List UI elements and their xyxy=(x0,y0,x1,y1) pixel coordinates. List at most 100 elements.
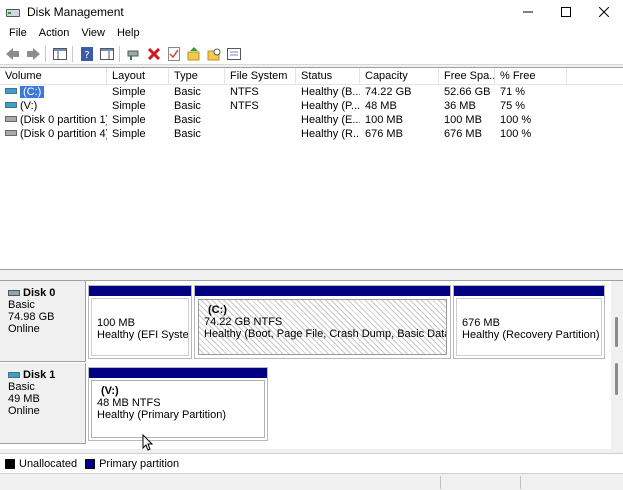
cell-type: Basic xyxy=(174,100,201,112)
legend-label: Primary partition xyxy=(99,457,180,470)
menu-bar: File Action View Help xyxy=(0,23,623,43)
partition-v[interactable]: (V:) 48 MB NTFS Healthy (Primary Partiti… xyxy=(88,367,268,441)
disk-name: Disk 1 xyxy=(23,369,56,381)
forward-icon xyxy=(27,47,40,60)
column-header-type[interactable]: Type xyxy=(169,68,225,85)
legend-item-primary: Primary partition xyxy=(85,458,179,470)
title-bar: Disk Management xyxy=(0,0,623,23)
maximize-button[interactable] xyxy=(547,0,585,23)
column-header-file-system[interactable]: File System xyxy=(225,68,296,85)
check-button[interactable] xyxy=(166,46,182,62)
disk-kind: Basic xyxy=(8,299,35,311)
close-button[interactable] xyxy=(585,0,623,23)
show-hide-action-pane-button[interactable] xyxy=(99,46,115,62)
partition-size: 100 MB xyxy=(97,317,135,329)
scrollbar-thumb[interactable] xyxy=(615,363,618,395)
volume-list-header: Volume Layout Type File System Status Ca… xyxy=(0,68,623,85)
cell-layout: Simple xyxy=(112,100,146,112)
legend-item-unallocated: Unallocated xyxy=(5,458,77,470)
disk-icon xyxy=(8,372,20,378)
cell-file-system: NTFS xyxy=(230,100,259,112)
cell-free-space: 676 MB xyxy=(444,128,482,140)
forward-button[interactable] xyxy=(25,46,41,62)
cell-free-space: 36 MB xyxy=(444,100,476,112)
toolbar-separator xyxy=(72,45,73,62)
column-header-capacity[interactable]: Capacity xyxy=(360,68,439,85)
column-header-free-space[interactable]: Free Spa... xyxy=(439,68,495,85)
partition-size: 74.22 GB NTFS xyxy=(204,316,283,328)
cell-free-space: 52.66 GB xyxy=(444,86,491,98)
close-icon xyxy=(599,6,609,17)
cell-file-system xyxy=(225,127,296,141)
cell-percent-free: 71 % xyxy=(500,86,526,98)
status-bar-divider xyxy=(520,476,521,489)
help-icon: ? xyxy=(81,46,93,61)
menu-file[interactable]: File xyxy=(3,23,33,43)
legend-swatch xyxy=(85,458,96,469)
partition-status: Healthy (Primary Partition) xyxy=(97,409,226,421)
show-hide-console-tree-button[interactable] xyxy=(52,46,68,62)
properties-icon xyxy=(227,47,241,60)
disk-size: 74.98 GB xyxy=(8,311,55,323)
disk-icon xyxy=(8,290,20,296)
back-button[interactable] xyxy=(5,46,21,62)
menu-help[interactable]: Help xyxy=(111,23,146,43)
column-header-layout[interactable]: Layout xyxy=(107,68,169,85)
partition-type-bar xyxy=(89,368,267,378)
disk-graphical-view: Disk 0 Basic 74.98 GB Online 100 MB Heal… xyxy=(0,281,611,449)
partition-size: 48 MB NTFS xyxy=(97,397,161,409)
disk-1-info[interactable]: Disk 1 Basic 49 MB Online xyxy=(0,363,86,444)
disk-0-info[interactable]: Disk 0 Basic 74.98 GB Online xyxy=(0,281,86,362)
help-button[interactable]: ? xyxy=(79,46,95,62)
disk-kind: Basic xyxy=(8,381,35,393)
partition-type-bar xyxy=(89,286,191,296)
column-header-blank[interactable] xyxy=(567,68,623,85)
volume-icon xyxy=(5,130,17,137)
partition-status: Healthy (Recovery Partition) xyxy=(462,329,600,341)
column-header-percent-free[interactable]: % Free xyxy=(495,68,567,85)
cell-percent-free: 75 % xyxy=(500,100,526,112)
folder-up-icon xyxy=(187,46,200,60)
pane-splitter[interactable] xyxy=(0,269,623,281)
folder-search-button[interactable] xyxy=(206,46,222,62)
volume-name: (Disk 0 partition 1) xyxy=(20,114,107,126)
table-row[interactable]: (V:) Simple Basic NTFS Healthy (P... 48 … xyxy=(0,99,623,113)
partition-recovery[interactable]: 676 MB Healthy (Recovery Partition) xyxy=(453,285,605,359)
volume-list: Volume Layout Type File System Status Ca… xyxy=(0,67,623,269)
menu-view[interactable]: View xyxy=(75,23,111,43)
menu-action[interactable]: Action xyxy=(33,23,76,43)
legend-swatch xyxy=(5,458,15,469)
partition-c[interactable]: (C:) 74.22 GB NTFS Healthy (Boot, Page F… xyxy=(194,285,451,359)
disk-pane-scrollbar[interactable] xyxy=(611,281,623,449)
partition-type-bar xyxy=(454,286,604,296)
cell-status: Healthy (B... xyxy=(301,86,360,98)
cell-free-space: 100 MB xyxy=(444,114,482,126)
cell-status: Healthy (R... xyxy=(301,128,360,140)
folder-up-button[interactable] xyxy=(186,46,202,62)
folder-search-icon xyxy=(207,48,221,60)
disk-name: Disk 0 xyxy=(23,287,56,299)
partition-efi[interactable]: 100 MB Healthy (EFI System P xyxy=(88,285,192,359)
delete-button[interactable] xyxy=(146,46,162,62)
minimize-button[interactable] xyxy=(509,0,547,23)
table-row[interactable]: (Disk 0 partition 1) Simple Basic Health… xyxy=(0,113,623,127)
table-row[interactable]: (Disk 0 partition 4) Simple Basic Health… xyxy=(0,127,623,141)
table-row[interactable]: (C:) Simple Basic NTFS Healthy (B... 74.… xyxy=(0,85,623,99)
cell-status: Healthy (E... xyxy=(301,114,360,126)
scrollbar-thumb[interactable] xyxy=(615,317,618,347)
partition-label: (V:) xyxy=(101,385,119,397)
legend-label: Unallocated xyxy=(19,457,78,470)
cell-layout: Simple xyxy=(112,86,146,98)
check-icon xyxy=(168,46,180,61)
properties-button[interactable] xyxy=(226,46,242,62)
connect-virtual-disk-button[interactable] xyxy=(126,46,142,62)
cell-layout: Simple xyxy=(112,114,146,126)
cell-capacity: 48 MB xyxy=(365,100,397,112)
minimize-icon xyxy=(523,11,533,12)
show-hide-action-pane-icon xyxy=(100,47,114,60)
column-header-volume[interactable]: Volume xyxy=(0,68,107,85)
cell-status: Healthy (P... xyxy=(301,100,360,112)
toolbar-separator xyxy=(119,45,120,62)
volume-name: (Disk 0 partition 4) xyxy=(20,128,107,140)
column-header-status[interactable]: Status xyxy=(296,68,360,85)
